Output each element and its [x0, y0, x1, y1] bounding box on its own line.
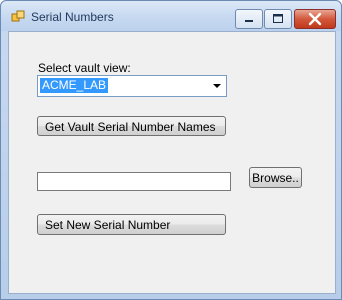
get-vault-serial-names-button[interactable]: Get Vault Serial Number Names — [37, 116, 226, 136]
vault-view-label: Select vault view: — [38, 61, 131, 75]
window-title: Serial Numbers — [31, 10, 114, 24]
close-icon — [308, 12, 322, 26]
close-button[interactable] — [294, 9, 336, 29]
vault-view-combobox[interactable]: ACME_LAB — [37, 75, 227, 97]
file-path-input[interactable] — [37, 172, 231, 191]
minimize-button[interactable] — [235, 9, 263, 29]
browse-button[interactable]: Browse.. — [249, 167, 302, 188]
set-new-serial-number-button[interactable]: Set New Serial Number — [37, 214, 226, 235]
maximize-button[interactable] — [264, 9, 292, 29]
form-body: Select vault view: ACME_LAB Get Vault Se… — [8, 31, 336, 294]
chevron-down-icon[interactable] — [213, 84, 221, 88]
minimize-icon — [245, 20, 253, 22]
maximize-icon — [273, 14, 283, 23]
app-window-icon — [11, 10, 25, 22]
title-bar[interactable]: Serial Numbers — [1, 1, 341, 31]
serial-numbers-window: Serial Numbers Select vault view: ACME_L… — [0, 0, 342, 300]
vault-view-selected-value: ACME_LAB — [40, 78, 109, 93]
